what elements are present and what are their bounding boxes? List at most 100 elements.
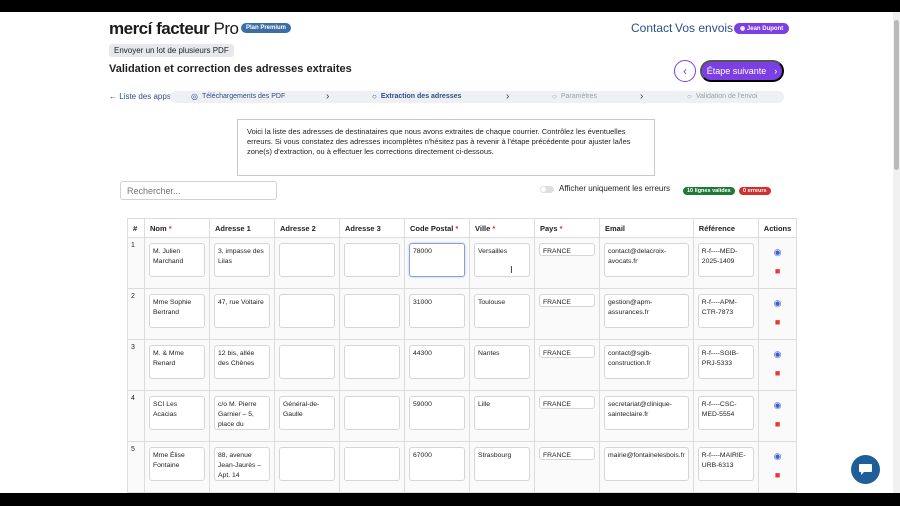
nav-contact-link[interactable]: Contact bbox=[631, 21, 672, 35]
previous-step-button[interactable]: ‹ bbox=[674, 60, 696, 82]
city-field[interactable]: Strasbourg bbox=[474, 447, 530, 481]
error-count-badge: 0 erreurs bbox=[739, 187, 771, 195]
address1-field[interactable]: 47, rue Voltaire bbox=[214, 294, 270, 328]
errors-only-toggle[interactable] bbox=[540, 186, 554, 193]
trash-icon[interactable]: ■ bbox=[763, 368, 793, 378]
table-cell: secretariat@clinique-sainteclaire.fr bbox=[599, 390, 694, 442]
country-field[interactable]: FRANCE bbox=[539, 294, 595, 307]
upload-batch-pill[interactable]: Envoyer un lot de plusieurs PDF bbox=[109, 44, 234, 57]
postal-code-field[interactable]: 44300 bbox=[409, 345, 465, 379]
table-cell: R-f----CSC-MED-5554 bbox=[692, 390, 759, 442]
step-validation[interactable]: ○ Validation de l'envoi bbox=[687, 92, 757, 101]
address3-field[interactable] bbox=[344, 243, 400, 277]
address2-field[interactable] bbox=[279, 345, 335, 379]
email-field[interactable]: contact@delacroix-avocats.fr bbox=[604, 243, 689, 277]
name-field[interactable]: M. & Mme Renard bbox=[149, 345, 205, 379]
address2-field[interactable] bbox=[279, 447, 335, 481]
check-circle-icon: ◎ bbox=[191, 92, 198, 101]
address3-field[interactable] bbox=[344, 345, 400, 379]
postal-code-field[interactable]: 67000 bbox=[409, 447, 465, 481]
eye-icon[interactable]: ◉ bbox=[763, 451, 793, 462]
address3-field[interactable] bbox=[344, 294, 400, 328]
table-row: 4 SCI Les Acacias c/o M. Pierre Garnier – … bbox=[127, 390, 798, 442]
city-field[interactable]: Toulouse bbox=[474, 294, 530, 328]
eye-icon[interactable]: ◉ bbox=[763, 400, 793, 411]
country-field[interactable]: FRANCE bbox=[539, 447, 595, 460]
table-cell bbox=[274, 288, 340, 340]
address1-field[interactable]: 12 bis, allée des Chênes bbox=[214, 345, 270, 379]
reference-field[interactable]: R-f----MED-2025-1409 bbox=[697, 243, 754, 277]
table-cell: R-f----MED-2025-1409 bbox=[692, 237, 759, 289]
row-actions: ◉ ■ bbox=[757, 339, 798, 391]
address1-field[interactable]: c/o M. Pierre Garnier – 5, place du bbox=[214, 396, 270, 430]
address1-field[interactable]: 3, impasse des Lilas bbox=[214, 243, 270, 277]
trash-icon[interactable]: ■ bbox=[763, 470, 793, 480]
address3-field[interactable] bbox=[344, 396, 400, 430]
row-actions: ◉ ■ bbox=[757, 390, 798, 442]
table-cell bbox=[274, 339, 340, 391]
city-field[interactable]: Lille bbox=[474, 396, 530, 430]
chevron-right-icon: › bbox=[774, 66, 778, 76]
reference-field[interactable]: R-f----APM-CTR-7873 bbox=[697, 294, 754, 328]
chat-button[interactable] bbox=[851, 455, 880, 484]
arrow-left-icon: ← bbox=[109, 92, 117, 101]
name-field[interactable]: SCI Les Acacias bbox=[149, 396, 205, 430]
table-cell: gestion@apm-assurances.fr bbox=[599, 288, 694, 340]
name-field[interactable]: Mme Sophie Bertrand bbox=[149, 294, 205, 328]
country-field[interactable]: FRANCE bbox=[539, 345, 595, 358]
address3-field[interactable] bbox=[344, 447, 400, 481]
step-upload[interactable]: ◎ Téléchargements des PDF bbox=[191, 92, 285, 101]
city-field[interactable]: Nantes bbox=[474, 345, 530, 379]
logo[interactable]: mercí facteur Pro bbox=[109, 19, 239, 39]
column-header: # bbox=[127, 218, 145, 238]
user-menu-badge[interactable]: ◉ Jean Dupont bbox=[734, 23, 790, 34]
email-field[interactable]: contact@sgib-construction.fr bbox=[604, 345, 689, 379]
name-field[interactable]: M. Julien Marchand bbox=[149, 243, 205, 277]
step-extraction[interactable]: ○ Extraction des adresses bbox=[372, 92, 461, 101]
column-header: Pays * bbox=[534, 218, 600, 238]
table-cell bbox=[339, 237, 405, 289]
table-cell: 31000 bbox=[404, 288, 470, 340]
reference-field[interactable]: R-f----CSC-MED-5554 bbox=[697, 396, 754, 430]
table-row: 5 Mme Élise Fontaine 88, avenue Jean-Jaurè… bbox=[127, 441, 798, 493]
address2-field[interactable] bbox=[279, 294, 335, 328]
eye-icon[interactable]: ◉ bbox=[763, 298, 793, 309]
step-parameters[interactable]: ○ Paramètres bbox=[552, 92, 597, 101]
postal-code-field[interactable]: 59000 bbox=[409, 396, 465, 430]
name-field[interactable]: Mme Élise Fontaine bbox=[149, 447, 205, 481]
country-field[interactable]: FRANCE bbox=[539, 243, 595, 256]
email-field[interactable]: mairie@fontainelesbois.fr bbox=[604, 447, 689, 481]
city-field[interactable]: Versailles bbox=[474, 243, 530, 277]
apps-list-link[interactable]: ← Liste des apps bbox=[109, 92, 171, 101]
trash-icon[interactable]: ■ bbox=[763, 317, 793, 327]
country-field[interactable]: FRANCE bbox=[539, 396, 595, 409]
search-input[interactable] bbox=[120, 181, 277, 200]
postal-code-field[interactable]: 78000 bbox=[409, 243, 465, 277]
trash-icon[interactable]: ■ bbox=[763, 266, 793, 276]
next-step-button[interactable]: Étape suivante › bbox=[700, 60, 784, 82]
reference-field[interactable]: R-f----MAIRIE-URB-6313 bbox=[697, 447, 754, 481]
address2-field[interactable] bbox=[279, 243, 335, 277]
table-cell: 59000 bbox=[404, 390, 470, 442]
table-cell: FRANCE bbox=[534, 441, 600, 493]
next-step-label: Étape suivante bbox=[706, 66, 767, 76]
address1-field[interactable]: 88, avenue Jean-Jaurès – Apt. 14 bbox=[214, 447, 270, 481]
email-field[interactable]: secretariat@clinique-sainteclaire.fr bbox=[604, 396, 689, 430]
reference-field[interactable]: R-f----SGIB-PRJ-5333 bbox=[697, 345, 754, 379]
postal-code-field[interactable]: 31000 bbox=[409, 294, 465, 328]
eye-icon[interactable]: ◉ bbox=[763, 349, 793, 360]
row-number: 5 bbox=[127, 441, 145, 493]
nav-envois-link[interactable]: Vos envois bbox=[675, 21, 733, 35]
table-cell: Général-de-Gaulle bbox=[274, 390, 340, 442]
table-cell: 3, impasse des Lilas bbox=[209, 237, 275, 289]
valid-count-badge: 10 lignes valides bbox=[683, 187, 735, 195]
page-scrollbar[interactable] bbox=[893, 12, 900, 493]
eye-icon[interactable]: ◉ bbox=[763, 247, 793, 258]
trash-icon[interactable]: ■ bbox=[763, 419, 793, 429]
table-cell: c/o M. Pierre Garnier – 5, place du bbox=[209, 390, 275, 442]
table-cell bbox=[274, 441, 340, 493]
address2-field[interactable]: Général-de-Gaulle bbox=[279, 396, 335, 430]
chevron-right-icon: › bbox=[640, 91, 644, 102]
table-row: 3 M. & Mme Renard 12 bis, allée des Chênes… bbox=[127, 339, 798, 391]
email-field[interactable]: gestion@apm-assurances.fr bbox=[604, 294, 689, 328]
